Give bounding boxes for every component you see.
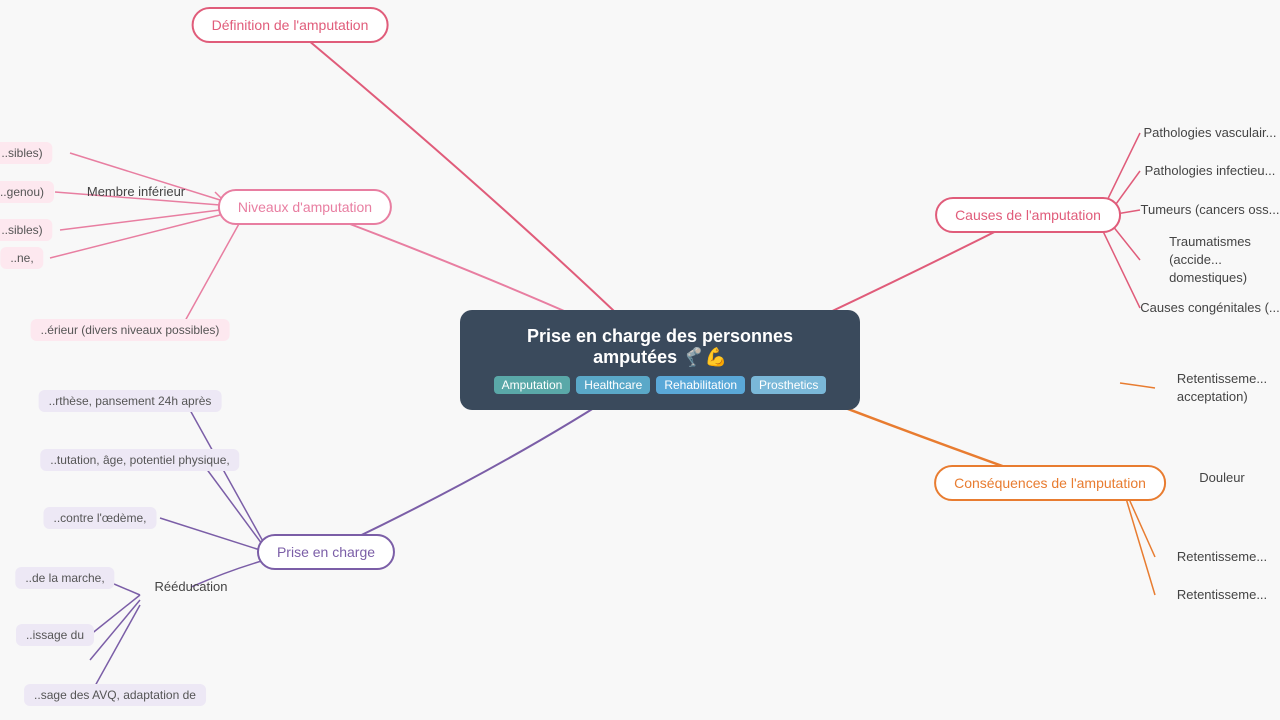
definition-label[interactable]: Définition de l'amputation <box>192 7 389 43</box>
node-prise-charge[interactable]: Prise en charge <box>257 534 395 570</box>
retentissement2-text: Retentisseme... <box>1177 549 1267 564</box>
path-vasc-text: Pathologies vasculair... <box>1144 125 1277 140</box>
congenitales-text: Causes congénitales (... <box>1140 300 1279 315</box>
node-consequences[interactable]: Conséquences de l'amputation <box>934 465 1166 501</box>
leaf-avq: ..sage des AVQ, adaptation de <box>24 686 206 704</box>
leaf-marche: ..de la marche, <box>15 569 114 587</box>
traumatismes-text: Traumatismes (accide... domestiques) <box>1169 234 1251 285</box>
path-inf-text: Pathologies infectieu... <box>1145 163 1276 178</box>
leaf-retentissement-acc: Retentisseme... acceptation) <box>1177 370 1267 406</box>
node-causes[interactable]: Causes de l'amputation <box>935 197 1121 233</box>
tag-amputation[interactable]: Amputation <box>494 376 571 394</box>
leaf-genou: ..genou) <box>0 183 54 201</box>
retentissement-acc-text: Retentisseme... acceptation) <box>1177 371 1267 404</box>
avq-text: ..sage des AVQ, adaptation de <box>24 684 206 706</box>
apprentissage-text: ..issage du <box>16 624 94 646</box>
node-reeducation: Rééducation <box>155 578 228 596</box>
sibles2-text: ..sibles) <box>0 219 53 241</box>
node-niveaux[interactable]: Niveaux d'amputation <box>218 189 392 225</box>
central-title: Prise en charge des personnes amputées 🦿… <box>484 326 836 368</box>
prise-charge-label[interactable]: Prise en charge <box>257 534 395 570</box>
leaf-divers: ..érieur (divers niveaux possibles) <box>31 321 230 339</box>
leaf-traumatismes: Traumatismes (accide... domestiques) <box>1169 233 1251 287</box>
oedeme-text: ..contre l'œdème, <box>44 507 157 529</box>
leaf-path-inf: Pathologies infectieu... <box>1145 162 1276 180</box>
leaf-apprentissage: ..issage du <box>16 626 94 644</box>
douleur-text: Douleur <box>1199 470 1245 485</box>
tag-healthcare[interactable]: Healthcare <box>576 376 650 394</box>
node-membre-inf: Membre inférieur <box>87 183 185 201</box>
leaf-prothese: ..rthèse, pansement 24h après <box>39 392 222 410</box>
genou-text: ..genou) <box>0 181 54 203</box>
marche-text: ..de la marche, <box>15 567 114 589</box>
leaf-retentissement2: Retentisseme... <box>1177 548 1267 566</box>
leaf-tumeurs: Tumeurs (cancers oss... <box>1141 201 1280 219</box>
leaf-douleur: Douleur <box>1199 469 1245 487</box>
sibles1-text: ..sibles) <box>0 142 53 164</box>
divers-text: ..érieur (divers niveaux possibles) <box>31 319 230 341</box>
leaf-bilan: ..tutation, âge, potentiel physique, <box>40 451 239 469</box>
leaf-retentissement3: Retentisseme... <box>1177 586 1267 604</box>
tag-rehabilitation[interactable]: Rehabilitation <box>656 376 745 394</box>
node-definition[interactable]: Définition de l'amputation <box>192 7 389 43</box>
mindmap-canvas: Prise en charge des personnes amputées 🦿… <box>0 0 1280 720</box>
leaf-ne: ..ne, <box>0 249 43 267</box>
prothese-text: ..rthèse, pansement 24h après <box>39 390 222 412</box>
tumeurs-text: Tumeurs (cancers oss... <box>1141 202 1280 217</box>
causes-label[interactable]: Causes de l'amputation <box>935 197 1121 233</box>
consequences-label[interactable]: Conséquences de l'amputation <box>934 465 1166 501</box>
central-tags: Amputation Healthcare Rehabilitation Pro… <box>484 376 836 394</box>
leaf-sibles2: ..sibles) <box>0 221 53 239</box>
reeducation-label: Rééducation <box>155 579 228 594</box>
membre-inf-label: Membre inférieur <box>87 184 185 199</box>
leaf-oedeme: ..contre l'œdème, <box>44 509 157 527</box>
central-node[interactable]: Prise en charge des personnes amputées 🦿… <box>460 310 860 410</box>
leaf-congenitales: Causes congénitales (... <box>1140 299 1279 317</box>
tag-prosthetics[interactable]: Prosthetics <box>751 376 826 394</box>
niveaux-label[interactable]: Niveaux d'amputation <box>218 189 392 225</box>
leaf-path-vasc: Pathologies vasculair... <box>1144 124 1277 142</box>
ne-text: ..ne, <box>0 247 43 269</box>
leaf-sibles1: ..sibles) <box>0 144 53 162</box>
bilan-text: ..tutation, âge, potentiel physique, <box>40 449 239 471</box>
retentissement3-text: Retentisseme... <box>1177 587 1267 602</box>
